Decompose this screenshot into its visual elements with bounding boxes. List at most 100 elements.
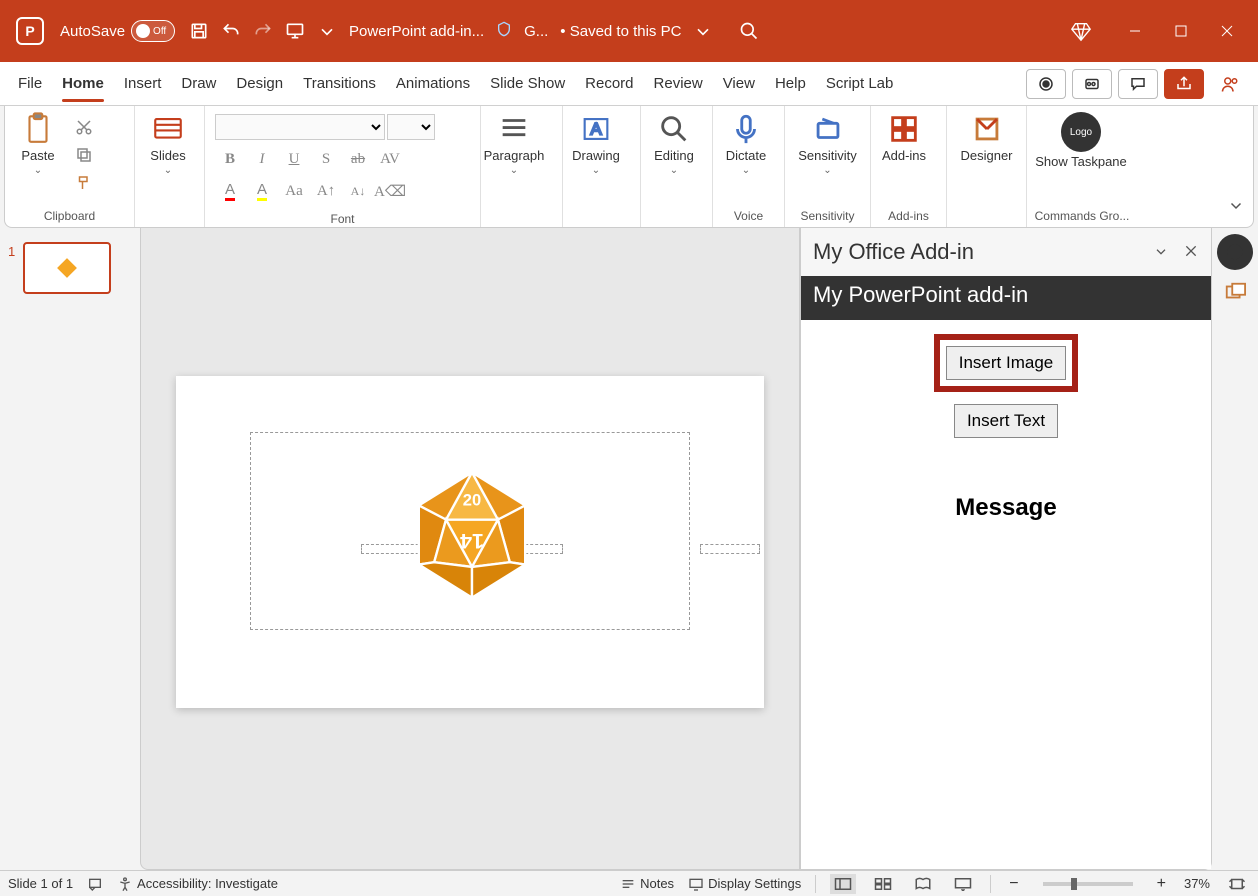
tab-record[interactable]: Record (575, 62, 643, 106)
strike-button[interactable]: ab (343, 146, 373, 172)
tab-slideshow[interactable]: Slide Show (480, 62, 575, 106)
teams-share-button[interactable] (1072, 69, 1112, 99)
tab-home[interactable]: Home (52, 62, 114, 106)
chevron-down-icon: ⌄ (34, 165, 42, 176)
taskpane-dropdown-button[interactable] (1153, 239, 1169, 265)
thumbnail-pane[interactable]: 1 (0, 228, 140, 870)
addin-logo-button[interactable] (1217, 234, 1253, 270)
zoom-slider[interactable] (1043, 882, 1133, 886)
close-button[interactable] (1204, 13, 1250, 49)
cut-button[interactable] (69, 114, 99, 140)
tab-scriptlab[interactable]: Script Lab (816, 62, 904, 106)
font-color-button[interactable]: A (215, 178, 245, 204)
slide-thumbnail[interactable] (23, 242, 111, 294)
paste-label: Paste (21, 148, 54, 163)
paste-button[interactable]: Paste ⌄ (9, 108, 67, 202)
show-taskpane-button[interactable]: Logo Show Taskpane (1031, 108, 1131, 202)
format-pane-button[interactable] (1221, 278, 1249, 306)
zoom-out-button[interactable]: − (1005, 875, 1022, 893)
chevron-down-icon: ⌄ (510, 165, 518, 176)
taskpane-body: Insert Image Insert Text Message (801, 320, 1211, 869)
share-button[interactable] (1164, 69, 1204, 99)
tab-insert[interactable]: Insert (114, 62, 172, 106)
zoom-level[interactable]: 37% (1184, 876, 1210, 891)
text-placeholder[interactable] (700, 544, 760, 554)
accessibility-button[interactable]: Accessibility: Investigate (117, 876, 278, 892)
undo-button[interactable] (217, 11, 245, 51)
shrink-font-button[interactable]: A↓ (343, 178, 373, 204)
maximize-button[interactable] (1158, 13, 1204, 49)
ribbon-collapse-button[interactable] (1227, 196, 1245, 219)
reading-view-button[interactable] (910, 874, 936, 894)
slides-button[interactable]: Slides ⌄ (139, 108, 197, 202)
spacing-button[interactable]: AV (375, 146, 405, 172)
comments-button[interactable] (1118, 69, 1158, 99)
paragraph-button[interactable]: Paragraph⌄ (485, 108, 543, 202)
fit-to-window-button[interactable] (1224, 874, 1250, 894)
designer-button[interactable]: Designer (951, 108, 1022, 202)
tab-help[interactable]: Help (765, 62, 816, 106)
saved-status[interactable]: • Saved to this PC (560, 23, 681, 40)
addins-group-label: Add-ins (875, 205, 942, 227)
format-painter-button[interactable] (69, 170, 99, 196)
thumbnail-item[interactable]: 1 (8, 242, 140, 294)
voice-group-label: Voice (717, 205, 780, 227)
toggle-switch[interactable]: Off (131, 20, 175, 42)
display-settings-button[interactable]: Display Settings (688, 876, 801, 892)
minimize-button[interactable] (1112, 13, 1158, 49)
highlight-box: Insert Image (934, 334, 1079, 392)
insert-image-button[interactable]: Insert Image (946, 346, 1067, 380)
italic-button[interactable]: I (247, 146, 277, 172)
status-bar: Slide 1 of 1 Accessibility: Investigate … (0, 870, 1258, 896)
editing-button[interactable]: Editing⌄ (645, 108, 703, 202)
drawing-label: Drawing (572, 148, 620, 163)
bold-button[interactable]: B (215, 146, 245, 172)
redo-button[interactable] (249, 11, 277, 51)
clear-format-button[interactable]: A⌫ (375, 178, 405, 204)
autosave-toggle[interactable]: AutoSave Off (60, 20, 175, 42)
language-button[interactable] (87, 876, 103, 892)
tab-draw[interactable]: Draw (171, 62, 226, 106)
toggle-knob (136, 24, 150, 38)
taskpane-close-button[interactable] (1183, 239, 1199, 265)
insert-text-button[interactable]: Insert Text (954, 404, 1058, 438)
qat-more-button[interactable] (313, 11, 341, 51)
ribbon-tabs: File Home Insert Draw Design Transitions… (0, 62, 1258, 106)
saved-dropdown[interactable] (689, 11, 717, 51)
addins-button[interactable]: Add-ins (875, 108, 933, 202)
drawing-button[interactable]: A Drawing⌄ (567, 108, 625, 202)
present-button[interactable] (281, 11, 309, 51)
save-button[interactable] (185, 11, 213, 51)
zoom-knob[interactable] (1071, 878, 1077, 890)
tab-review[interactable]: Review (644, 62, 713, 106)
tab-animations[interactable]: Animations (386, 62, 480, 106)
normal-view-button[interactable] (830, 874, 856, 894)
change-case-button[interactable]: Aa (279, 178, 309, 204)
notes-button[interactable]: Notes (620, 876, 674, 892)
dictate-button[interactable]: Dictate⌄ (717, 108, 775, 202)
tab-transitions[interactable]: Transitions (293, 62, 386, 106)
d20-dice-image[interactable]: 20 14 (410, 470, 534, 600)
copy-button[interactable] (69, 142, 99, 168)
search-button[interactable] (719, 21, 779, 41)
tab-design[interactable]: Design (226, 62, 293, 106)
slideshow-view-button[interactable] (950, 874, 976, 894)
tab-file[interactable]: File (8, 62, 52, 106)
font-family-select[interactable] (215, 114, 385, 140)
premium-icon[interactable] (1070, 20, 1092, 42)
slide-canvas[interactable]: 20 14 (140, 228, 800, 870)
tab-view[interactable]: View (713, 62, 765, 106)
sorter-view-button[interactable] (870, 874, 896, 894)
account-button[interactable] (1210, 69, 1250, 99)
slide-count[interactable]: Slide 1 of 1 (8, 876, 73, 891)
grow-font-button[interactable]: A↑ (311, 178, 341, 204)
slide[interactable]: 20 14 (176, 376, 764, 708)
camera-record-button[interactable] (1026, 69, 1066, 99)
zoom-in-button[interactable]: + (1153, 875, 1170, 893)
underline-button[interactable]: U (279, 146, 309, 172)
font-size-select[interactable] (387, 114, 435, 140)
sensitivity-button[interactable]: Sensitivity⌄ (789, 108, 866, 202)
shadow-button[interactable]: S (311, 146, 341, 172)
highlight-button[interactable]: A (247, 178, 277, 204)
chevron-down-icon: ⌄ (670, 165, 678, 176)
